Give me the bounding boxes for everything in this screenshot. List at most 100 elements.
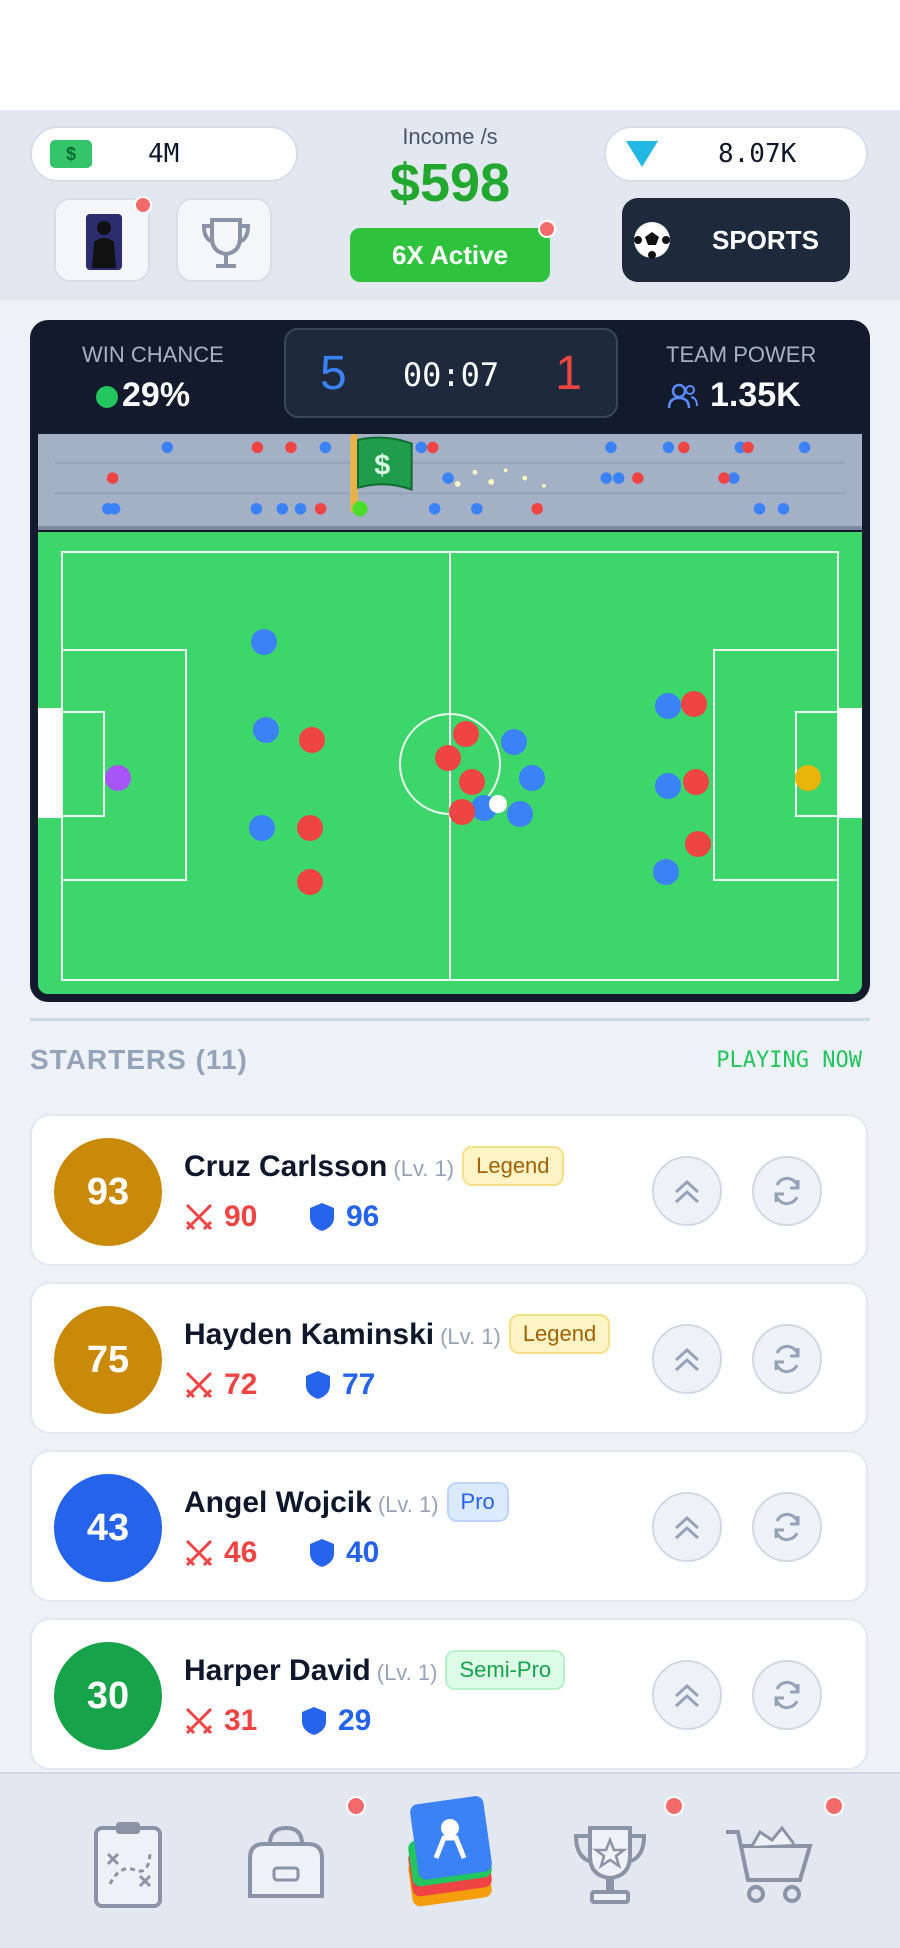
attack-swords-icon [185, 1707, 213, 1735]
income-label: Income /s [402, 124, 498, 149]
chevrons-up-icon [674, 1515, 700, 1540]
refresh-icon [774, 1344, 800, 1374]
swap-player-button[interactable] [752, 1156, 822, 1226]
player-attack: 46 [224, 1536, 258, 1569]
attack-swords-icon [185, 1203, 213, 1231]
player-tier-badge: Legend [508, 1314, 611, 1354]
player-defense: 40 [346, 1536, 380, 1569]
away-score: 1 [555, 347, 582, 400]
upgrade-button[interactable] [652, 1324, 722, 1394]
ball [489, 795, 507, 813]
nav-cards[interactable] [400, 1794, 500, 1907]
scoreboard: 5 00:07 1 [284, 328, 618, 418]
bottom-nav [0, 1772, 900, 1948]
upgrade-button[interactable] [652, 1492, 722, 1562]
player-card[interactable]: 93 Cruz Carlsson (Lv. 1) Legend 90 96 [30, 1114, 868, 1266]
attack-swords-icon [185, 1371, 213, 1399]
cash-value: 4M [148, 139, 180, 169]
player-rating: 75 [54, 1306, 162, 1414]
player-tier-badge: Pro [446, 1482, 509, 1522]
cash-flag-icon: $ [350, 434, 413, 517]
upgrade-button[interactable] [652, 1660, 722, 1730]
gem-value: 8.07K [718, 139, 797, 169]
sports-select-button[interactable]: SPORTS [622, 198, 850, 282]
boost-button[interactable]: 6X Active [350, 228, 550, 282]
boost-notification-dot [538, 220, 556, 238]
win-chance-label: WIN CHANCE [82, 342, 224, 367]
swap-player-button[interactable] [752, 1660, 822, 1730]
income-value: $598 [389, 153, 511, 213]
attack-swords-icon [185, 1539, 213, 1567]
svg-text:$: $ [374, 449, 390, 481]
player-name: Cruz Carlsson [184, 1150, 388, 1183]
shop-notification-dot [824, 1796, 844, 1816]
upgrade-button[interactable] [652, 1156, 722, 1226]
player-attack: 72 [224, 1368, 258, 1401]
gem-balance[interactable]: 8.07K [604, 126, 868, 182]
achievements-button[interactable] [176, 198, 272, 282]
player-tier-badge: Semi-Pro [445, 1650, 566, 1690]
shop-cart-icon [726, 1825, 813, 1903]
defense-shield-icon [302, 1707, 326, 1735]
trophy-icon [573, 1826, 647, 1904]
player-defense: 77 [342, 1368, 376, 1401]
cash-balance[interactable]: 4M [30, 126, 298, 182]
refresh-icon [774, 1680, 800, 1710]
player-card[interactable]: 75 Hayden Kaminski (Lv. 1) Legend 72 77 [30, 1282, 868, 1434]
manager-avatar-icon [86, 214, 122, 270]
section-divider [30, 1018, 870, 1021]
cash-icon [50, 140, 92, 168]
player-level: (Lv. 1) [440, 1324, 501, 1349]
playing-now-label: PLAYING NOW [716, 1048, 862, 1073]
soccer-pitch [38, 532, 862, 994]
profile-notification-dot [134, 196, 152, 214]
defense-shield-icon [310, 1203, 334, 1231]
player-name: Hayden Kaminski [184, 1318, 435, 1351]
player-tier-badge: Legend [462, 1146, 564, 1186]
player-level: (Lv. 1) [377, 1492, 439, 1517]
chevrons-up-icon [674, 1347, 700, 1372]
away-goalkeeper [795, 765, 821, 791]
team-icon [668, 383, 698, 409]
trophy-notification-dot [664, 1796, 684, 1816]
player-defense: 96 [346, 1200, 380, 1233]
tactics-icon [94, 1822, 162, 1908]
team-power-label: TEAM POWER [666, 342, 817, 367]
player-card[interactable]: 43 Angel Wojcik (Lv. 1) Pro 46 40 [30, 1450, 868, 1602]
starters-heading: STARTERS (11) [30, 1044, 248, 1075]
player-rating: 30 [54, 1642, 162, 1750]
status-area [0, 0, 900, 110]
player-level: (Lv. 1) [393, 1156, 455, 1181]
player-attack: 31 [224, 1704, 258, 1737]
bag-notification-dot [346, 1796, 366, 1816]
gem-icon [626, 141, 658, 167]
defense-shield-icon [310, 1539, 334, 1567]
nav-trophy[interactable] [560, 1814, 660, 1914]
stadium-stands: $ [38, 434, 862, 530]
player-card[interactable]: 30 Harper David (Lv. 1) Semi-Pro 31 29 [30, 1618, 868, 1770]
refresh-icon [774, 1176, 800, 1206]
win-chance-value: 29% [122, 376, 191, 414]
spectators [102, 441, 811, 515]
sparkle-icon [454, 468, 546, 488]
player-level: (Lv. 1) [376, 1660, 438, 1685]
nav-bag[interactable] [236, 1814, 336, 1914]
nav-shop[interactable] [720, 1814, 820, 1914]
left-goal [38, 708, 62, 818]
right-goal [838, 708, 862, 818]
bag-icon [248, 1825, 324, 1898]
home-goalkeeper [105, 765, 131, 791]
player-attack: 90 [224, 1200, 258, 1233]
player-defense: 29 [338, 1704, 372, 1737]
match-panel: WIN CHANCE 29% 5 00:07 1 TEAM POWER 1.35… [30, 320, 870, 1002]
defense-shield-icon [306, 1371, 330, 1399]
nav-tactics[interactable] [80, 1814, 180, 1914]
sports-label: SPORTS [712, 224, 819, 255]
cards-icon [408, 1796, 492, 1907]
player-name: Angel Wojcik [184, 1486, 372, 1519]
player-name: Harper David [184, 1654, 371, 1687]
swap-player-button[interactable] [752, 1492, 822, 1562]
soccer-ball-icon [634, 222, 670, 259]
chevrons-up-icon [674, 1683, 700, 1708]
swap-player-button[interactable] [752, 1324, 822, 1394]
